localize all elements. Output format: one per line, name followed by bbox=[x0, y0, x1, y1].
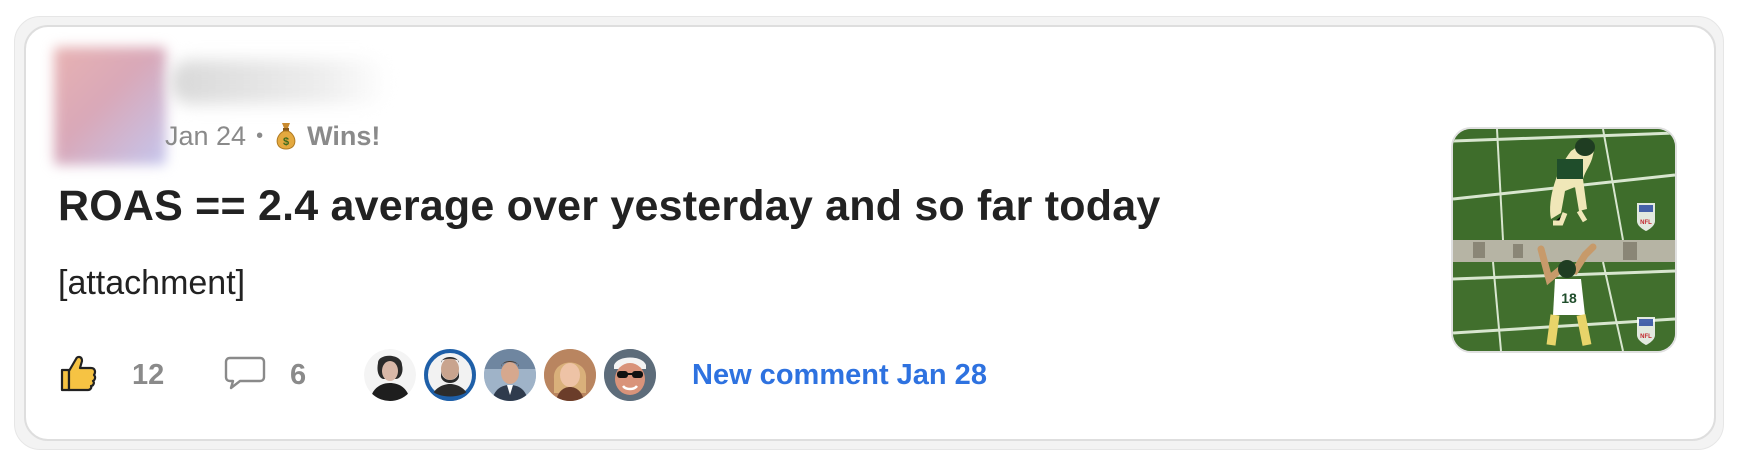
comment-count: 6 bbox=[290, 358, 307, 391]
author-name-blurred[interactable] bbox=[170, 60, 390, 104]
category-link[interactable]: Wins! bbox=[307, 121, 380, 152]
comment-button[interactable]: 6 bbox=[224, 355, 310, 396]
post-thumbnail[interactable]: 18 NFL NFL bbox=[1451, 127, 1677, 353]
svg-text:$: $ bbox=[283, 136, 289, 148]
like-button[interactable]: 12 bbox=[58, 353, 172, 398]
moneybag-icon: $ bbox=[273, 121, 299, 151]
post-date: Jan 24 bbox=[165, 120, 247, 151]
post-title[interactable]: ROAS == 2.4 average over yesterday and s… bbox=[58, 182, 1160, 231]
post-attachment-text: [attachment] bbox=[58, 264, 246, 302]
svg-text:18: 18 bbox=[1561, 290, 1577, 306]
avatar[interactable] bbox=[602, 347, 658, 403]
author-avatar-blurred[interactable] bbox=[54, 47, 166, 165]
nfl-logo-top: NFL bbox=[1640, 220, 1652, 226]
commenter-avatars[interactable] bbox=[362, 347, 662, 403]
meta-separator: • bbox=[256, 124, 264, 147]
post-meta: Jan 24 • $ Wins! bbox=[165, 118, 380, 154]
comment-bubble-icon[interactable] bbox=[224, 355, 266, 396]
post-actions: 12 6 New comment Jan 28 bbox=[58, 345, 987, 405]
like-count: 12 bbox=[132, 358, 165, 391]
avatar[interactable] bbox=[362, 347, 418, 403]
new-comment-link[interactable]: New comment Jan 28 bbox=[692, 359, 987, 392]
avatar[interactable] bbox=[422, 347, 478, 403]
thumbs-up-icon[interactable] bbox=[58, 353, 98, 398]
avatar[interactable] bbox=[482, 347, 538, 403]
avatar[interactable] bbox=[542, 347, 598, 403]
nfl-logo-bottom: NFL bbox=[1640, 334, 1652, 340]
